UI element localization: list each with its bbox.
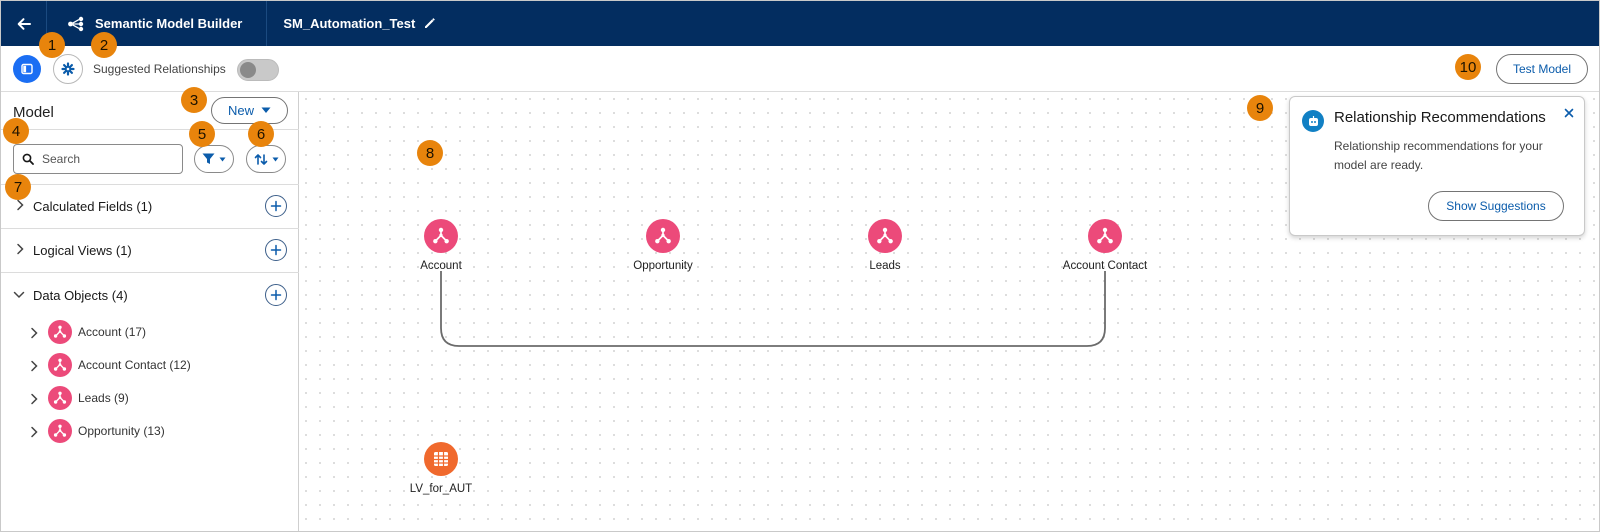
data-object-label: Leads (9) (78, 391, 129, 405)
section-label: Logical Views (1) (33, 242, 132, 258)
suggested-relationships-label: Suggested Relationships (93, 62, 226, 76)
callout-badge: 2 (91, 32, 117, 58)
close-icon[interactable] (1564, 105, 1574, 121)
top-header: Semantic Model Builder SM_Automation_Tes… (1, 1, 1599, 46)
pencil-icon[interactable] (423, 17, 436, 30)
section-logical-views[interactable]: Logical Views (1) (1, 228, 299, 272)
callout-badge: 9 (1247, 95, 1273, 121)
canvas-node-lv-for-aut[interactable]: LV_for_AUT (381, 442, 501, 495)
add-data-object-button[interactable] (265, 284, 287, 306)
caret-down-icon (261, 107, 271, 113)
plus-icon (270, 244, 282, 256)
popover-body: Relationship recommendations for your mo… (1334, 139, 1543, 172)
new-button[interactable]: New (211, 97, 288, 124)
filter-button[interactable] (194, 145, 234, 173)
callout-badge: 4 (3, 118, 29, 144)
section-label: Data Objects (4) (33, 287, 128, 303)
data-object-item-opportunity[interactable]: Opportunity (13) (1, 416, 299, 446)
suggested-relationships-toggle[interactable] (237, 59, 279, 81)
data-object-icon (48, 386, 72, 410)
popover-title: Relationship Recommendations (1334, 109, 1546, 126)
search-input[interactable] (42, 152, 172, 166)
data-object-label: Account Contact (12) (78, 358, 191, 372)
gear-icon (61, 62, 75, 76)
model-name: SM_Automation_Test (283, 16, 416, 31)
callout-badge: 3 (181, 87, 207, 113)
add-calculated-field-button[interactable] (265, 195, 287, 217)
node-label: Account Contact (1062, 260, 1148, 272)
toolbar: Suggested Relationships Test Model (1, 46, 1599, 92)
model-sidebar: Model New Calculated Fields (1) (1, 92, 299, 531)
callout-badge: 10 (1455, 54, 1481, 80)
plus-icon (270, 200, 282, 212)
data-object-item-account-contact[interactable]: Account Contact (12) (1, 350, 299, 380)
caret-down-icon (272, 157, 278, 161)
data-object-icon (1088, 219, 1122, 253)
node-label: Leads (869, 260, 901, 272)
chevron-right-icon[interactable] (29, 360, 39, 372)
chevron-down-icon (13, 291, 25, 299)
data-object-item-leads[interactable]: Leads (9) (1, 383, 299, 413)
data-object-label: Account (17) (78, 325, 147, 339)
arrow-left-icon (17, 17, 31, 30)
section-calculated-fields[interactable]: Calculated Fields (1) (1, 184, 299, 228)
chevron-right-icon (17, 199, 24, 211)
recommendation-icon (1302, 110, 1324, 132)
section-label: Calculated Fields (1) (33, 198, 153, 214)
chevron-right-icon[interactable] (29, 327, 39, 339)
canvas-node-account-contact[interactable]: Account Contact (1045, 219, 1165, 272)
semantic-model-icon (68, 16, 84, 31)
data-object-icon (48, 320, 72, 344)
caret-down-icon (219, 157, 226, 161)
data-object-icon (48, 353, 72, 377)
callout-badge: 5 (189, 121, 215, 147)
canvas-node-opportunity[interactable]: Opportunity (603, 219, 723, 272)
side-panel-icon (21, 63, 33, 75)
sort-icon (254, 153, 267, 165)
chevron-right-icon[interactable] (29, 393, 39, 405)
chevron-right-icon (17, 243, 24, 255)
node-label: LV_for_AUT (409, 483, 473, 495)
app-window: Semantic Model Builder SM_Automation_Tes… (0, 0, 1600, 532)
data-object-icon (646, 219, 680, 253)
data-object-label: Opportunity (13) (78, 424, 165, 438)
search-box[interactable] (13, 144, 183, 174)
callout-badge: 1 (39, 32, 65, 58)
node-label: Account (420, 260, 462, 272)
data-object-icon (424, 219, 458, 253)
data-object-item-account[interactable]: Account (17) (1, 317, 299, 347)
callout-badge: 8 (417, 140, 443, 166)
relationship-recommendations-popover: Relationship Recommendations Relationshi… (1289, 96, 1585, 236)
plus-icon (270, 289, 282, 301)
panel-toggle-button[interactable] (13, 55, 41, 83)
logical-view-icon (424, 442, 458, 476)
app-title: Semantic Model Builder (95, 16, 243, 31)
test-model-button[interactable]: Test Model (1496, 54, 1588, 84)
callout-badge: 7 (5, 174, 31, 200)
section-data-objects[interactable]: Data Objects (4) (1, 273, 299, 317)
node-label: Opportunity (633, 260, 693, 272)
show-suggestions-button[interactable]: Show Suggestions (1428, 191, 1564, 221)
canvas-node-leads[interactable]: Leads (825, 219, 945, 272)
search-icon (22, 153, 34, 165)
filter-icon (202, 153, 215, 164)
sort-button[interactable] (246, 145, 286, 173)
new-button-label: New (227, 103, 254, 118)
settings-button[interactable] (53, 54, 83, 84)
add-logical-view-button[interactable] (265, 239, 287, 261)
chevron-right-icon[interactable] (29, 426, 39, 438)
canvas-node-account[interactable]: Account (381, 219, 501, 272)
data-object-icon (868, 219, 902, 253)
callout-badge: 6 (248, 121, 274, 147)
data-object-icon (48, 419, 72, 443)
toggle-knob (240, 62, 256, 78)
app-title-block: Semantic Model Builder (47, 1, 268, 46)
